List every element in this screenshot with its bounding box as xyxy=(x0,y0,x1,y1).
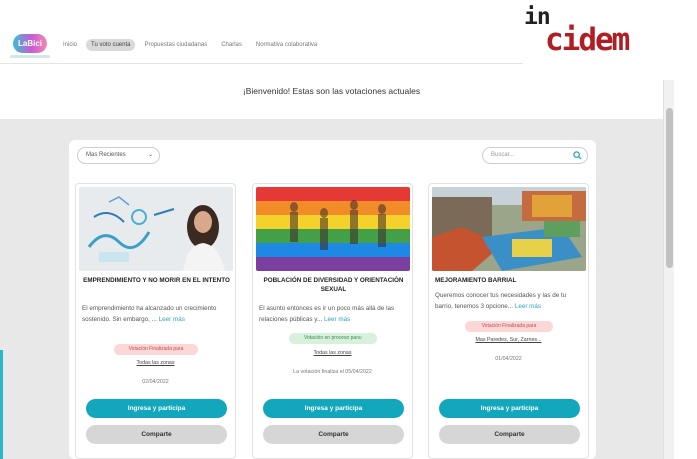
nav-links: Inicio Tu voto cuenta Propuestas ciudada… xyxy=(58,39,322,51)
card-description-text: Queremos conocer tus necesidades y las d… xyxy=(435,292,567,310)
page-scrollbar[interactable] xyxy=(663,80,674,459)
share-button[interactable]: Comparte xyxy=(439,425,580,444)
status-badge: Votación Finalizada para xyxy=(114,344,198,355)
logo-underline xyxy=(10,55,50,58)
status-badge: Votación Finalizada para xyxy=(465,321,553,332)
scrollbar-thumb[interactable] xyxy=(666,108,673,268)
read-more-link[interactable]: Leer más xyxy=(324,316,350,323)
card-title: POBLACIÓN DE DIVERSIDAD Y ORIENTACIÓN SE… xyxy=(263,277,404,293)
incidem-logo: in cidem xyxy=(521,4,697,60)
vote-card: MEJORAMIENTO BARRIAL Queremos conocer tu… xyxy=(428,183,589,459)
card-image-diversidad xyxy=(256,187,410,271)
card-image-emprendimiento xyxy=(79,187,233,271)
card-deadline: La votación finaliza el 05/04/2022 xyxy=(293,369,372,375)
chevron-down-icon: ⌄ xyxy=(147,152,153,158)
card-description: El emprendimiento ha alcanzado un crecim… xyxy=(82,303,231,325)
card-description: Queremos conocer tus necesidades y las d… xyxy=(435,290,584,312)
site-logo[interactable]: LaBici xyxy=(10,34,50,60)
card-image-barrial xyxy=(432,187,586,271)
sort-select[interactable]: Mas Recientes ⌄ xyxy=(77,147,160,164)
share-button[interactable]: Comparte xyxy=(263,425,404,444)
vote-card: POBLACIÓN DE DIVERSIDAD Y ORIENTACIÓN SE… xyxy=(252,183,413,459)
top-navbar: LaBici Inicio Tu voto cuenta Propuestas … xyxy=(0,30,523,64)
card-description: El asunto entonces es ir un poco más all… xyxy=(259,303,408,325)
participate-button[interactable]: Ingresa y participa xyxy=(86,399,227,418)
status-badge: Votación en proceso para: xyxy=(289,333,377,344)
nav-link-propuestas[interactable]: Propuestas ciudadanas xyxy=(139,39,212,51)
card-date: 02/04/2022 xyxy=(142,379,169,385)
search-icon[interactable] xyxy=(573,151,582,160)
sort-select-value: Mas Recientes xyxy=(86,152,126,158)
nav-link-normativa[interactable]: Normativa colaborativa xyxy=(251,39,322,51)
card-title: EMPRENDIMIENTO Y NO MORIR EN EL INTENTO xyxy=(83,277,230,284)
vote-card: EMPRENDIMIENTO Y NO MORIR EN EL INTENTO … xyxy=(75,183,236,459)
zone-link[interactable]: Todas las zonas xyxy=(253,350,412,356)
participate-button[interactable]: Ingresa y participa xyxy=(263,399,404,418)
nav-link-tu-voto-cuenta[interactable]: Tu voto cuenta xyxy=(86,39,136,51)
left-accent-line xyxy=(0,350,3,459)
votes-panel: Mas Recientes ⌄ Buscar... EMPRENDIMIENTO… xyxy=(69,140,596,459)
read-more-link[interactable]: Leer más xyxy=(159,316,185,323)
zone-link[interactable]: Mas Paredes, Sur, Zarnes... xyxy=(429,337,588,343)
card-title: MEJORAMIENTO BARRIAL xyxy=(435,277,517,284)
welcome-heading: ¡Bienvenido! Estas son las votaciones ac… xyxy=(242,86,421,96)
share-button[interactable]: Comparte xyxy=(86,425,227,444)
card-description-text: El emprendimiento ha alcanzado un crecim… xyxy=(82,305,217,323)
incidem-logo-word: cidem xyxy=(545,22,630,58)
card-date: 01/04/2022 xyxy=(495,356,522,362)
participate-button[interactable]: Ingresa y participa xyxy=(439,399,580,418)
nav-link-inicio[interactable]: Inicio xyxy=(58,39,82,51)
zone-link[interactable]: Todas las zonas xyxy=(76,360,235,366)
nav-link-charlas[interactable]: Charlas xyxy=(216,39,247,51)
logo-text: LaBici xyxy=(13,34,47,53)
read-more-link[interactable]: Leer más xyxy=(515,303,541,310)
